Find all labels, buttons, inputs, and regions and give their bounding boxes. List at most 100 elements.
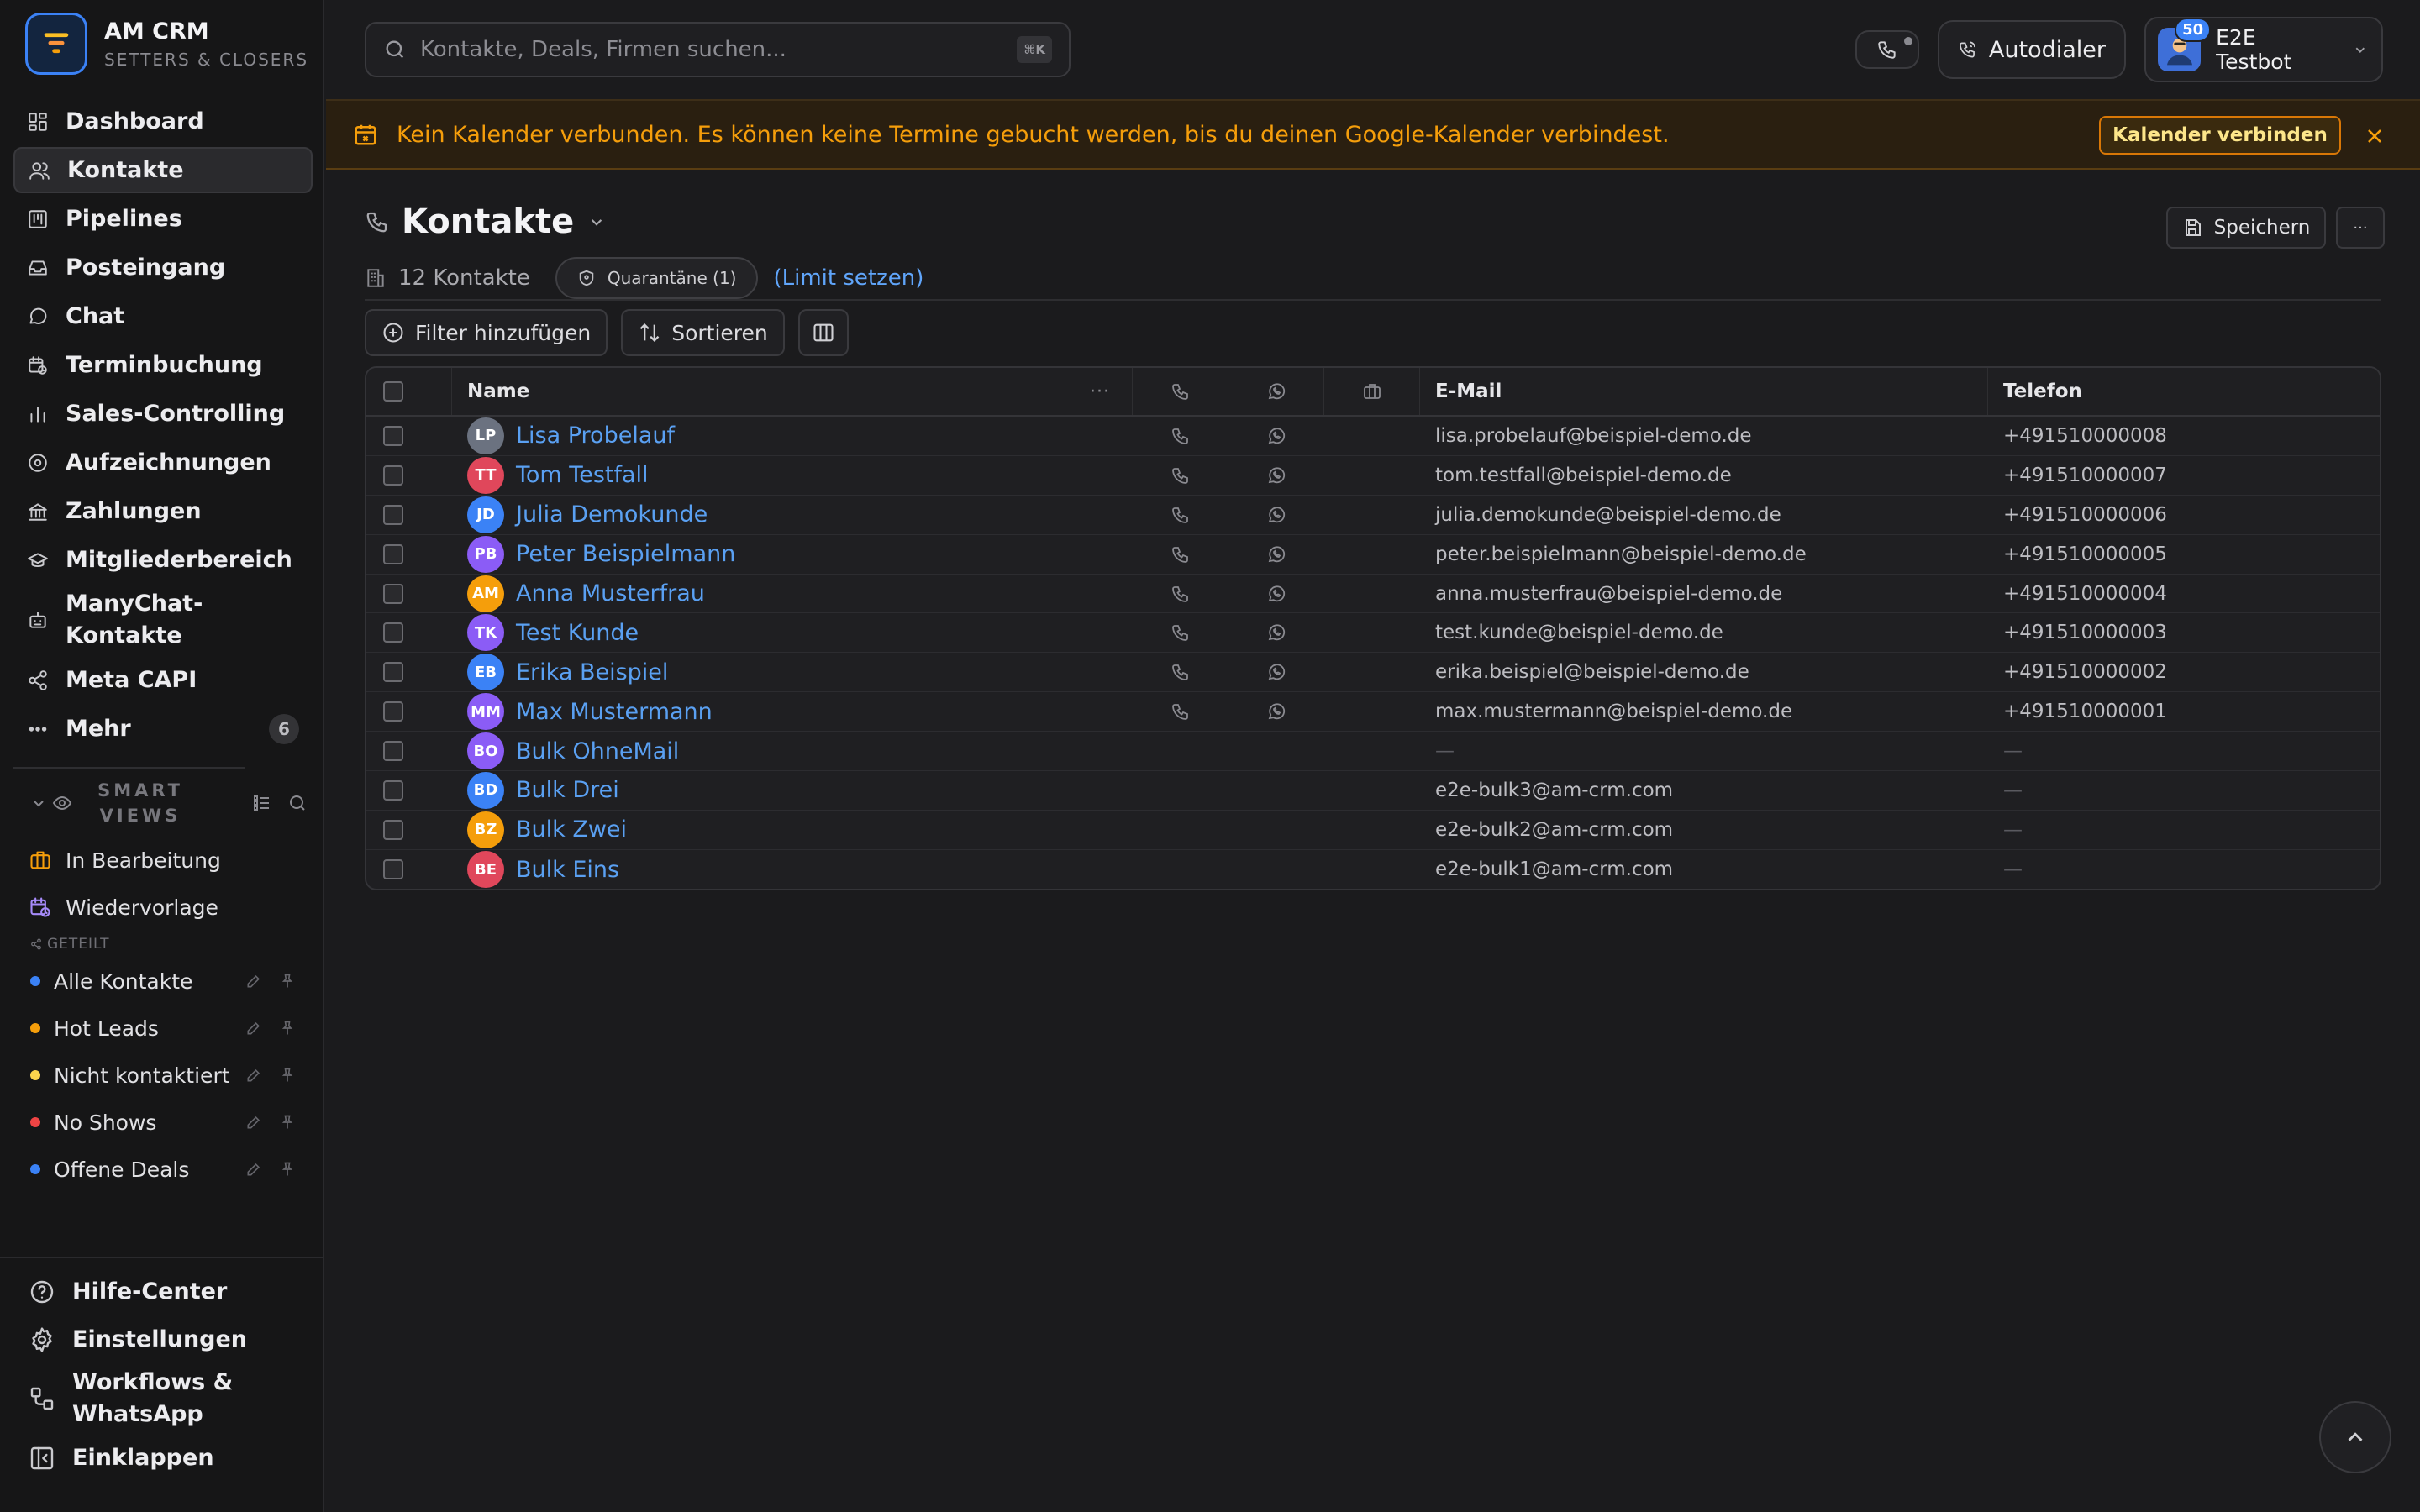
phone-button[interactable]	[1855, 30, 1919, 69]
whatsapp-icon[interactable]	[1266, 544, 1286, 564]
contact-name-link[interactable]: Peter Beispielmann	[516, 541, 735, 567]
sidebar-item-einklappen[interactable]: Einklappen	[17, 1435, 311, 1481]
row-checkbox[interactable]	[383, 465, 403, 486]
shared-view-nicht-kontaktiert[interactable]: Nicht kontaktiert	[13, 1052, 313, 1099]
row-checkbox[interactable]	[383, 425, 403, 446]
call-icon[interactable]	[1171, 701, 1191, 722]
pin-icon[interactable]	[279, 1067, 296, 1084]
scroll-to-top-button[interactable]	[2319, 1401, 2391, 1473]
contact-name-link[interactable]: Bulk Zwei	[516, 816, 627, 843]
edit-icon[interactable]	[245, 1114, 262, 1131]
shared-view-no-shows[interactable]: No Shows	[13, 1099, 313, 1146]
email-value[interactable]: max.mustermann@beispiel-demo.de	[1435, 701, 1792, 722]
table-row[interactable]: LP Lisa Probelauf lisa.probelauf@beispiel-…	[366, 417, 2380, 456]
sidebar-item-kontakte[interactable]: Kontakte	[13, 147, 313, 193]
contact-name-link[interactable]: Erika Beispiel	[516, 659, 668, 685]
sidebar-item-aufzeichnungen[interactable]: Aufzeichnungen	[13, 439, 313, 486]
email-value[interactable]: test.kunde@beispiel-demo.de	[1435, 622, 1723, 643]
whatsapp-icon[interactable]	[1266, 584, 1286, 604]
row-checkbox[interactable]	[383, 662, 403, 683]
column-menu-icon[interactable]: ···	[1090, 381, 1110, 402]
call-icon[interactable]	[1171, 622, 1191, 643]
row-checkbox[interactable]	[383, 701, 403, 722]
call-icon[interactable]	[1171, 662, 1191, 682]
contact-name-link[interactable]: Bulk OhneMail	[516, 738, 679, 764]
sidebar-item-meta-capi[interactable]: Meta CAPI	[13, 657, 313, 703]
smart-view-in-bearbeitung[interactable]: In Bearbeitung	[13, 837, 313, 884]
contact-name-link[interactable]: Bulk Eins	[516, 857, 619, 883]
shared-view-offene-deals[interactable]: Offene Deals	[13, 1146, 313, 1193]
email-value[interactable]: julia.demokunde@beispiel-demo.de	[1435, 504, 1781, 526]
table-row[interactable]: TT Tom Testfall tom.testfall@beispiel-demo…	[366, 456, 2380, 496]
brand[interactable]: AM CRM SETTERS & CLOSERS	[25, 12, 308, 76]
whatsapp-icon[interactable]	[1266, 426, 1286, 446]
contact-name-link[interactable]: Bulk Drei	[516, 777, 619, 803]
name-column-header[interactable]: Name ···	[452, 368, 1133, 415]
global-search[interactable]: ⌘K	[365, 22, 1071, 77]
table-row[interactable]: BE Bulk Eins e2e-bulk1@am-crm.com —	[366, 850, 2380, 889]
sidebar-item-mitgliederbereich[interactable]: Mitgliederbereich	[13, 537, 313, 583]
columns-button[interactable]	[797, 309, 849, 356]
call-icon[interactable]	[1171, 465, 1191, 486]
more-options-button[interactable]: ···	[2336, 207, 2385, 249]
table-row[interactable]: PB Peter Beispielmann peter.beispielmann@b…	[366, 535, 2380, 575]
save-button[interactable]: Speichern	[2166, 207, 2326, 249]
shared-view-hot-leads[interactable]: Hot Leads	[13, 1005, 313, 1052]
sidebar-item-dashboard[interactable]: Dashboard	[13, 98, 313, 144]
call-icon[interactable]	[1171, 505, 1191, 525]
sort-button[interactable]: Sortieren	[621, 309, 785, 356]
row-checkbox[interactable]	[383, 859, 403, 880]
sidebar-item-zahlungen[interactable]: Zahlungen	[13, 488, 313, 534]
pin-icon[interactable]	[279, 973, 296, 990]
search-icon[interactable]	[287, 793, 308, 813]
set-limit-link[interactable]: (Limit setzen)	[773, 265, 923, 291]
pin-icon[interactable]	[279, 1114, 296, 1131]
autodialer-button[interactable]: Autodialer	[1938, 20, 2126, 79]
connect-calendar-button[interactable]: Kalender verbinden	[2099, 116, 2341, 155]
search-input[interactable]	[420, 37, 1018, 62]
shared-view-alle-kontakte[interactable]: Alle Kontakte	[13, 958, 313, 1005]
edit-icon[interactable]	[245, 973, 262, 990]
whatsapp-icon[interactable]	[1266, 505, 1286, 525]
row-checkbox[interactable]	[383, 741, 403, 762]
table-row[interactable]: EB Erika Beispiel erika.beispiel@beispiel-…	[366, 653, 2380, 693]
sidebar-item-manychat-kontakte[interactable]: ManyChat- Kontakte	[13, 585, 313, 654]
phone-value[interactable]: +491510000004	[2003, 583, 2167, 605]
sidebar-item-hilfe-center[interactable]: Hilfe-Center	[17, 1268, 311, 1315]
table-row[interactable]: MM Max Mustermann max.mustermann@beispiel-…	[366, 692, 2380, 732]
contact-name-link[interactable]: Anna Musterfrau	[516, 580, 705, 606]
edit-icon[interactable]	[245, 1067, 262, 1084]
chevron-down-icon[interactable]	[586, 211, 608, 233]
contact-name-link[interactable]: Julia Demokunde	[516, 501, 708, 528]
sidebar-item-sales-controlling[interactable]: Sales-Controlling	[13, 391, 313, 437]
phone-value[interactable]: +491510000002	[2003, 661, 2167, 683]
edit-icon[interactable]	[245, 1020, 262, 1037]
list-icon[interactable]	[252, 793, 272, 813]
table-row[interactable]: BO Bulk OhneMail — —	[366, 732, 2380, 772]
smart-view-wiedervorlage[interactable]: Wiedervorlage	[13, 884, 313, 931]
table-row[interactable]: AM Anna Musterfrau anna.musterfrau@beispie…	[366, 575, 2380, 614]
email-value[interactable]: e2e-bulk1@am-crm.com	[1435, 858, 1673, 880]
email-value[interactable]: tom.testfall@beispiel-demo.de	[1435, 465, 1732, 486]
sidebar-item-pipelines[interactable]: Pipelines	[13, 196, 313, 242]
whatsapp-icon[interactable]	[1266, 701, 1286, 722]
quarantine-button[interactable]: Quarantäne (1)	[555, 257, 759, 299]
table-row[interactable]: BD Bulk Drei e2e-bulk3@am-crm.com —	[366, 771, 2380, 811]
contact-name-link[interactable]: Tom Testfall	[516, 462, 649, 488]
phone-value[interactable]: +491510000001	[2003, 701, 2167, 722]
pin-icon[interactable]	[279, 1161, 296, 1178]
sidebar-item-terminbuchung[interactable]: Terminbuchung	[13, 342, 313, 388]
phone-number-column-header[interactable]: Telefon	[1988, 368, 2380, 415]
row-checkbox[interactable]	[383, 819, 403, 840]
call-icon[interactable]	[1171, 584, 1191, 604]
eye-icon[interactable]	[52, 793, 72, 813]
whatsapp-icon[interactable]	[1266, 622, 1286, 643]
email-value[interactable]: peter.beispielmann@beispiel-demo.de	[1435, 543, 1807, 565]
email-value[interactable]: erika.beispiel@beispiel-demo.de	[1435, 661, 1749, 683]
phone-value[interactable]: +491510000008	[2003, 425, 2167, 447]
email-value[interactable]: e2e-bulk2@am-crm.com	[1435, 819, 1673, 841]
contact-name-link[interactable]: Max Mustermann	[516, 699, 713, 725]
table-row[interactable]: BZ Bulk Zwei e2e-bulk2@am-crm.com —	[366, 811, 2380, 850]
select-all-checkbox[interactable]	[383, 381, 403, 402]
contact-name-link[interactable]: Lisa Probelauf	[516, 423, 675, 449]
